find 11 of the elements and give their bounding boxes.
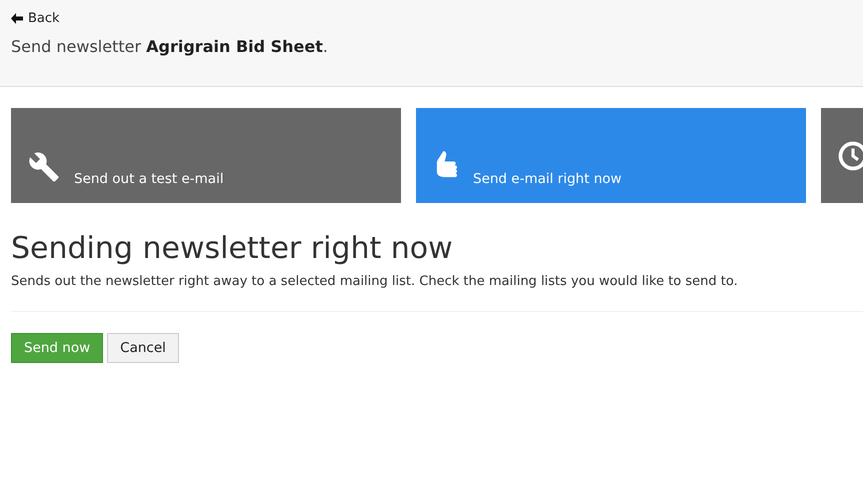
section-heading: Sending newsletter right now <box>11 231 454 266</box>
cancel-button[interactable]: Cancel <box>107 333 179 363</box>
page-title: Send newsletter Agrigrain Bid Sheet. <box>11 37 329 56</box>
send-option-tile[interactable]: Send e-mail right now <box>416 108 806 203</box>
section-description: Sends out the newsletter right away to a selected mailing list. Check the mailing lists you would like to send to. <box>11 274 739 289</box>
back-link[interactable]: Back <box>11 11 60 26</box>
send-now-button[interactable]: Send now <box>11 333 104 363</box>
send-option-tile[interactable]: Send out a test e-mail <box>11 108 401 203</box>
arrow-left-icon <box>11 13 23 24</box>
wrench-icon <box>28 151 60 183</box>
clock-icon <box>838 141 863 171</box>
